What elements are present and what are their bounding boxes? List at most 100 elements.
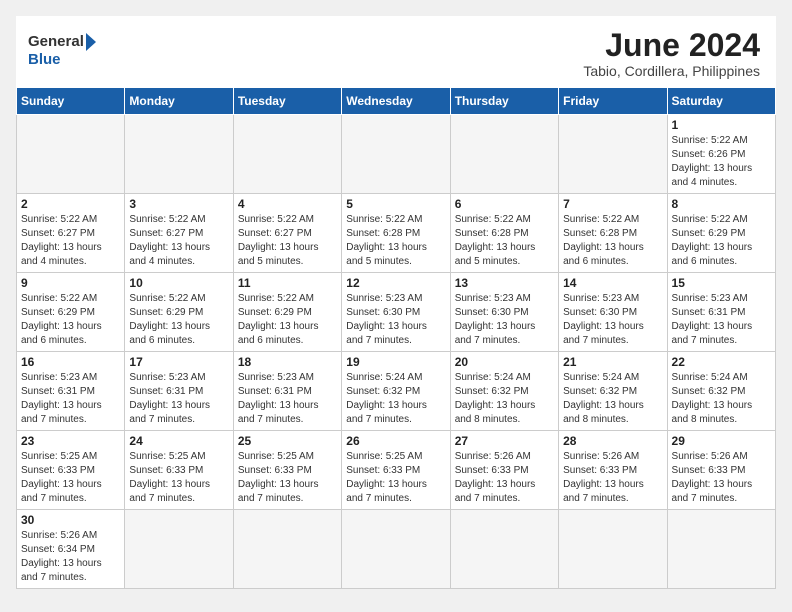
table-row: 4 Sunrise: 5:22 AM Sunset: 6:27 PM Daylig… bbox=[233, 194, 341, 273]
logo-icon: GeneralBlue bbox=[28, 28, 98, 68]
day-info: Sunrise: 5:22 AM Sunset: 6:29 PM Dayligh… bbox=[672, 213, 771, 269]
svg-text:General: General bbox=[28, 33, 84, 50]
day-info: Sunrise: 5:24 AM Sunset: 6:32 PM Dayligh… bbox=[672, 371, 771, 427]
day-info: Sunrise: 5:23 AM Sunset: 6:30 PM Dayligh… bbox=[346, 292, 445, 348]
day-info: Sunrise: 5:26 AM Sunset: 6:33 PM Dayligh… bbox=[455, 450, 554, 506]
table-row: 19 Sunrise: 5:24 AM Sunset: 6:32 PM Dayli… bbox=[342, 352, 450, 431]
day-number: 19 bbox=[346, 355, 445, 369]
table-row: 6 Sunrise: 5:22 AM Sunset: 6:28 PM Daylig… bbox=[450, 194, 558, 273]
calendar-subtitle: Tabio, Cordillera, Philippines bbox=[583, 63, 760, 79]
table-row: 21Sunrise: 5:24 AM Sunset: 6:32 PM Dayli… bbox=[559, 352, 667, 431]
day-number: 14 bbox=[563, 276, 662, 290]
table-row: 17Sunrise: 5:23 AM Sunset: 6:31 PM Dayli… bbox=[125, 352, 233, 431]
day-number: 9 bbox=[21, 276, 120, 290]
day-info: Sunrise: 5:26 AM Sunset: 6:33 PM Dayligh… bbox=[672, 450, 771, 506]
title-area: June 2024 Tabio, Cordillera, Philippines bbox=[583, 28, 760, 79]
header-thursday: Thursday bbox=[450, 88, 558, 115]
calendar-week-row: 9 Sunrise: 5:22 AM Sunset: 6:29 PM Daylig… bbox=[17, 273, 776, 352]
day-info: Sunrise: 5:22 AM Sunset: 6:28 PM Dayligh… bbox=[455, 213, 554, 269]
table-row: 9 Sunrise: 5:22 AM Sunset: 6:29 PM Daylig… bbox=[17, 273, 125, 352]
table-row bbox=[450, 115, 558, 194]
day-number: 2 bbox=[21, 197, 120, 211]
day-info: Sunrise: 5:22 AM Sunset: 6:29 PM Dayligh… bbox=[21, 292, 120, 348]
day-info: Sunrise: 5:22 AM Sunset: 6:29 PM Dayligh… bbox=[238, 292, 337, 348]
header-wednesday: Wednesday bbox=[342, 88, 450, 115]
table-row: 22Sunrise: 5:24 AM Sunset: 6:32 PM Dayli… bbox=[667, 352, 775, 431]
table-row bbox=[450, 510, 558, 589]
day-info: Sunrise: 5:23 AM Sunset: 6:30 PM Dayligh… bbox=[563, 292, 662, 348]
weekday-header-row: Sunday Monday Tuesday Wednesday Thursday… bbox=[17, 88, 776, 115]
table-row bbox=[125, 115, 233, 194]
day-number: 29 bbox=[672, 434, 771, 448]
table-row: 2Sunrise: 5:22 AM Sunset: 6:27 PM Daylig… bbox=[17, 194, 125, 273]
day-info: Sunrise: 5:25 AM Sunset: 6:33 PM Dayligh… bbox=[346, 450, 445, 506]
table-row bbox=[559, 510, 667, 589]
table-row bbox=[342, 115, 450, 194]
table-row bbox=[342, 510, 450, 589]
day-number: 21 bbox=[563, 355, 662, 369]
day-number: 16 bbox=[21, 355, 120, 369]
day-info: Sunrise: 5:22 AM Sunset: 6:28 PM Dayligh… bbox=[563, 213, 662, 269]
day-info: Sunrise: 5:22 AM Sunset: 6:28 PM Dayligh… bbox=[346, 213, 445, 269]
day-info: Sunrise: 5:23 AM Sunset: 6:31 PM Dayligh… bbox=[238, 371, 337, 427]
table-row: 20Sunrise: 5:24 AM Sunset: 6:32 PM Dayli… bbox=[450, 352, 558, 431]
calendar-week-row: 1Sunrise: 5:22 AM Sunset: 6:26 PM Daylig… bbox=[17, 115, 776, 194]
day-number: 6 bbox=[455, 197, 554, 211]
calendar-week-row: 23 Sunrise: 5:25 AM Sunset: 6:33 PM Dayli… bbox=[17, 431, 776, 510]
table-row: 13Sunrise: 5:23 AM Sunset: 6:30 PM Dayli… bbox=[450, 273, 558, 352]
table-row: 1Sunrise: 5:22 AM Sunset: 6:26 PM Daylig… bbox=[667, 115, 775, 194]
header-monday: Monday bbox=[125, 88, 233, 115]
day-number: 8 bbox=[672, 197, 771, 211]
calendar-week-row: 2 Sunrise: 5:22 AM Sunset: 6:27 PM Daylig… bbox=[17, 194, 776, 273]
day-number: 10 bbox=[129, 276, 228, 290]
logo: GeneralBlue bbox=[28, 28, 98, 68]
table-row bbox=[17, 115, 125, 194]
day-info: Sunrise: 5:22 AM Sunset: 6:27 PM Dayligh… bbox=[238, 213, 337, 269]
day-info: Sunrise: 5:25 AM Sunset: 6:33 PM Dayligh… bbox=[21, 450, 120, 506]
table-row: 3 Sunrise: 5:22 AM Sunset: 6:27 PM Daylig… bbox=[125, 194, 233, 273]
day-number: 17 bbox=[129, 355, 228, 369]
table-row: 27 Sunrise: 5:26 AM Sunset: 6:33 PM Dayli… bbox=[450, 431, 558, 510]
header: GeneralBlue June 2024 Tabio, Cordillera,… bbox=[16, 16, 776, 87]
table-row: 8 Sunrise: 5:22 AM Sunset: 6:29 PM Daylig… bbox=[667, 194, 775, 273]
table-row bbox=[125, 510, 233, 589]
day-number: 28 bbox=[563, 434, 662, 448]
calendar-title: June 2024 bbox=[583, 28, 760, 63]
table-row bbox=[233, 115, 341, 194]
day-number: 23 bbox=[21, 434, 120, 448]
day-info: Sunrise: 5:22 AM Sunset: 6:27 PM Dayligh… bbox=[129, 213, 228, 269]
day-number: 7 bbox=[563, 197, 662, 211]
table-row bbox=[559, 115, 667, 194]
day-number: 12 bbox=[346, 276, 445, 290]
header-friday: Friday bbox=[559, 88, 667, 115]
table-row: 25Sunrise: 5:25 AM Sunset: 6:33 PM Dayli… bbox=[233, 431, 341, 510]
day-number: 11 bbox=[238, 276, 337, 290]
day-info: Sunrise: 5:26 AM Sunset: 6:34 PM Dayligh… bbox=[21, 529, 120, 585]
day-number: 3 bbox=[129, 197, 228, 211]
table-row: 29 Sunrise: 5:26 AM Sunset: 6:33 PM Dayli… bbox=[667, 431, 775, 510]
day-number: 27 bbox=[455, 434, 554, 448]
day-info: Sunrise: 5:23 AM Sunset: 6:31 PM Dayligh… bbox=[672, 292, 771, 348]
day-info: Sunrise: 5:24 AM Sunset: 6:32 PM Dayligh… bbox=[346, 371, 445, 427]
svg-text:Blue: Blue bbox=[28, 51, 61, 68]
table-row: 16Sunrise: 5:23 AM Sunset: 6:31 PM Dayli… bbox=[17, 352, 125, 431]
calendar-page: GeneralBlue June 2024 Tabio, Cordillera,… bbox=[16, 16, 776, 589]
calendar-week-row: 30Sunrise: 5:26 AM Sunset: 6:34 PM Dayli… bbox=[17, 510, 776, 589]
table-row: 23 Sunrise: 5:25 AM Sunset: 6:33 PM Dayli… bbox=[17, 431, 125, 510]
day-info: Sunrise: 5:23 AM Sunset: 6:30 PM Dayligh… bbox=[455, 292, 554, 348]
table-row bbox=[233, 510, 341, 589]
table-row: 5Sunrise: 5:22 AM Sunset: 6:28 PM Daylig… bbox=[342, 194, 450, 273]
table-row: 26 Sunrise: 5:25 AM Sunset: 6:33 PM Dayli… bbox=[342, 431, 450, 510]
day-info: Sunrise: 5:22 AM Sunset: 6:29 PM Dayligh… bbox=[129, 292, 228, 348]
day-number: 1 bbox=[672, 118, 771, 132]
header-sunday: Sunday bbox=[17, 88, 125, 115]
table-row: 7 Sunrise: 5:22 AM Sunset: 6:28 PM Daylig… bbox=[559, 194, 667, 273]
day-number: 4 bbox=[238, 197, 337, 211]
day-number: 26 bbox=[346, 434, 445, 448]
day-number: 15 bbox=[672, 276, 771, 290]
day-info: Sunrise: 5:26 AM Sunset: 6:33 PM Dayligh… bbox=[563, 450, 662, 506]
day-number: 20 bbox=[455, 355, 554, 369]
table-row: 30Sunrise: 5:26 AM Sunset: 6:34 PM Dayli… bbox=[17, 510, 125, 589]
table-row: 24Sunrise: 5:25 AM Sunset: 6:33 PM Dayli… bbox=[125, 431, 233, 510]
header-saturday: Saturday bbox=[667, 88, 775, 115]
